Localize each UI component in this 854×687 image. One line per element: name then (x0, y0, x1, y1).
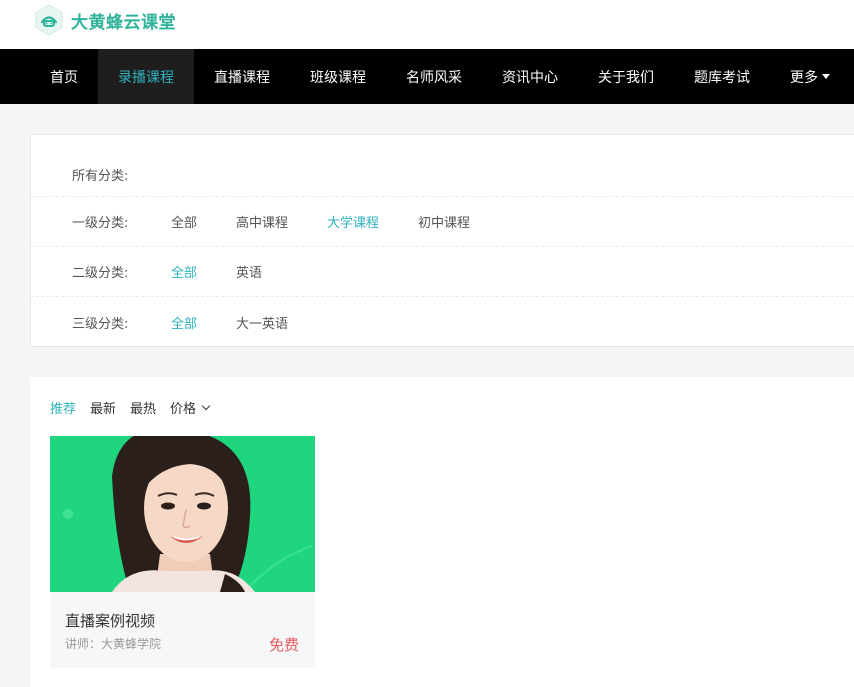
main-nav: 首页 录播课程 直播课程 班级课程 名师风采 资讯中心 关于我们 题库考试 更多 (0, 49, 854, 104)
caret-down-icon (822, 74, 830, 79)
filter-label: 二级分类: (72, 266, 129, 281)
course-title[interactable]: 直播案例视频 (65, 610, 155, 631)
nav-item-exams[interactable]: 题库考试 (674, 49, 770, 104)
chevron-down-icon (201, 401, 211, 410)
course-price: 免费 (268, 636, 299, 654)
filter-row-level3: 三级分类: 全部 大一英语 (31, 297, 854, 347)
sort-price[interactable]: 价格 (170, 398, 211, 417)
filter-option[interactable]: 全部 (171, 212, 197, 231)
teacher-photo (50, 436, 315, 592)
nav-item-more[interactable]: 更多 (770, 49, 850, 104)
filter-option[interactable]: 全部 (171, 262, 197, 281)
course-thumbnail[interactable] (50, 436, 315, 592)
nav-item-teachers[interactable]: 名师风采 (386, 49, 482, 104)
course-card[interactable]: 直播案例视频 讲师：大黄蜂学院 免费 (50, 436, 315, 668)
category-filter-panel: 所有分类: 一级分类: 全部 高中课程 大学课程 初中课程 二级分类: 全部 英… (30, 134, 854, 347)
filter-row-level1: 一级分类: 全部 高中课程 大学课程 初中课程 (31, 197, 854, 247)
nav-item-home[interactable]: 首页 (30, 49, 98, 104)
sort-hottest[interactable]: 最热 (130, 398, 156, 417)
nav-item-recorded-courses[interactable]: 录播课程 (98, 49, 194, 104)
sort-price-label: 价格 (170, 402, 197, 417)
nav-item-news[interactable]: 资讯中心 (482, 49, 578, 104)
filter-option[interactable]: 大学课程 (327, 212, 379, 231)
filter-row-level2: 二级分类: 全部 英语 (31, 247, 854, 297)
course-list-section: 推荐 最新 最热 价格 直播案例视频 讲师：大黄蜂学院 免费 (30, 377, 854, 687)
brand-logo[interactable]: 大黄蜂云课堂 (33, 4, 176, 36)
nav-item-live-courses[interactable]: 直播课程 (194, 49, 290, 104)
nav-item-class-courses[interactable]: 班级课程 (290, 49, 386, 104)
filter-label-all: 所有分类: (72, 169, 129, 184)
sort-newest[interactable]: 最新 (90, 398, 116, 417)
filter-option[interactable]: 全部 (171, 313, 197, 332)
brand-name: 大黄蜂云课堂 (71, 12, 176, 33)
filter-label: 三级分类: (72, 316, 129, 332)
filter-option[interactable]: 高中课程 (236, 212, 288, 231)
logo-icon (35, 4, 63, 36)
filter-option[interactable]: 英语 (236, 262, 262, 281)
filter-option[interactable]: 大一英语 (236, 313, 288, 332)
nav-item-about[interactable]: 关于我们 (578, 49, 674, 104)
filter-label: 一级分类: (72, 216, 129, 231)
nav-more-label: 更多 (790, 69, 818, 86)
filter-row-all: 所有分类: (31, 135, 854, 197)
filter-option[interactable]: 初中课程 (418, 212, 470, 231)
site-header: 大黄蜂云课堂 (0, 0, 854, 49)
sort-recommended[interactable]: 推荐 (50, 398, 76, 417)
sort-bar: 推荐 最新 最热 价格 (50, 398, 223, 417)
course-teacher: 讲师：大黄蜂学院 (65, 637, 162, 651)
